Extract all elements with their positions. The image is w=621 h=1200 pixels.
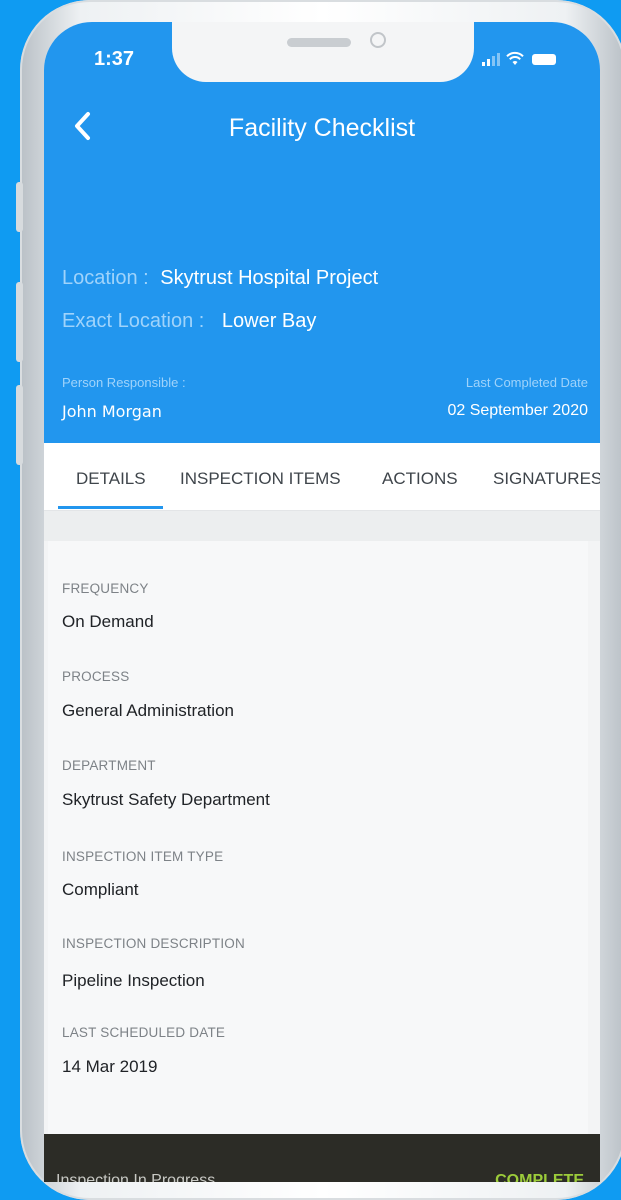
last-completed-value: 02 September 2020 — [447, 402, 588, 419]
process-value: General Administration — [62, 701, 234, 720]
inspection-description-value: Pipeline Inspection — [62, 971, 205, 990]
tab-details[interactable]: DETAILS — [76, 469, 146, 489]
person-responsible-value: John Morgan — [62, 402, 162, 421]
wifi-icon — [506, 51, 524, 65]
phone-notch — [172, 22, 474, 82]
content-gap — [44, 511, 600, 541]
last-scheduled-date-label: LAST SCHEDULED DATE — [62, 1025, 226, 1040]
exact-location-value: Lower Bay — [221, 310, 317, 332]
bottom-status-bar: Inspection In Progress COMPLETE — [44, 1134, 600, 1182]
process-label: PROCESS — [62, 669, 130, 684]
last-completed-label: Last Completed Date — [465, 375, 588, 390]
complete-button[interactable]: COMPLETE — [495, 1172, 584, 1182]
phone-side-button — [16, 282, 23, 362]
header: 1:37 Facility Checklist Location : Skytr… — [44, 22, 600, 443]
location-label: Location : — [62, 267, 149, 289]
speaker — [287, 38, 351, 47]
exact-location-label: Exact Location : — [62, 310, 205, 332]
active-tab-indicator — [58, 506, 163, 509]
status-icons — [482, 51, 582, 68]
progress-status-text: Inspection In Progress — [56, 1172, 216, 1182]
department-value: Skytrust Safety Department — [62, 790, 270, 809]
tab-actions[interactable]: ACTIONS — [382, 469, 458, 489]
details-panel: FREQUENCY On Demand PROCESS General Admi… — [48, 541, 588, 1011]
person-responsible-label: Person Responsible : — [62, 375, 186, 390]
status-time: 1:37 — [94, 48, 135, 70]
inspection-item-type-value: Compliant — [62, 880, 139, 899]
exact-location-row: Exact Location : Lower Bay — [62, 310, 316, 333]
frequency-value: On Demand — [62, 612, 154, 631]
inspection-description-label: INSPECTION DESCRIPTION — [62, 936, 245, 951]
camera — [370, 32, 386, 48]
battery-icon — [532, 54, 556, 65]
phone-side-button — [16, 182, 23, 232]
frequency-label: FREQUENCY — [62, 581, 149, 596]
signal-icon — [482, 53, 500, 66]
last-scheduled-date-value: 14 Mar 2019 — [62, 1057, 158, 1076]
location-value: Skytrust Hospital Project — [160, 267, 379, 289]
tab-signatures[interactable]: SIGNATURES — [493, 469, 600, 489]
page-title: Facility Checklist — [228, 114, 416, 142]
tab-bar: DETAILS INSPECTION ITEMS ACTIONS SIGNATU… — [44, 443, 600, 511]
phone-screen: 1:37 Facility Checklist Location : Skytr… — [44, 22, 600, 1182]
location-row: Location : Skytrust Hospital Project — [62, 267, 378, 290]
details-panel-lower: LAST SCHEDULED DATE 14 Mar 2019 — [48, 1011, 588, 1134]
tab-inspection-items[interactable]: INSPECTION ITEMS — [180, 469, 341, 489]
inspection-item-type-label: INSPECTION ITEM TYPE — [62, 849, 224, 864]
department-label: DEPARTMENT — [62, 758, 156, 773]
phone-side-button — [16, 385, 23, 465]
